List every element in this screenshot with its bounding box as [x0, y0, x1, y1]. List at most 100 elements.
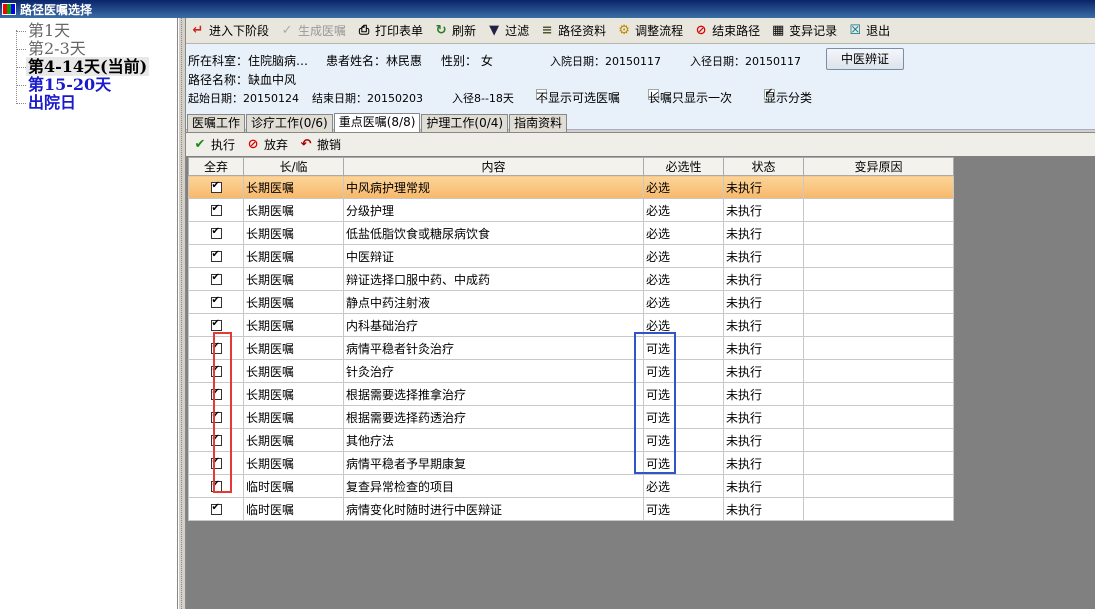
path-entry-date-label: 入径日期：20150117: [690, 55, 801, 68]
discard-checkbox[interactable]: [188, 267, 244, 291]
stop-icon: ⊘: [695, 22, 707, 38]
tab-orders-work[interactable]: 医嘱工作: [187, 114, 246, 132]
variance-log-button[interactable]: ▦ 变异记录: [770, 22, 837, 39]
checkbox-icon[interactable]: [210, 249, 222, 262]
generate-orders-button[interactable]: ✓ 生成医嘱: [279, 22, 346, 39]
required-cell: 必选: [643, 175, 724, 199]
status-cell: 未执行: [723, 336, 804, 360]
required-cell: 必选: [643, 290, 724, 314]
app-icon: [2, 3, 16, 15]
check-icon: ✔: [194, 136, 206, 152]
required-cell: 必选: [643, 198, 724, 222]
tree-item-day15-20[interactable]: 第15-20天: [16, 76, 113, 94]
table-row[interactable]: 长期医嘱中医辩证必选未执行: [188, 244, 954, 268]
undo-button[interactable]: ↶ 撤销: [298, 136, 341, 153]
variance-reason-cell: [803, 336, 954, 360]
discard-checkbox[interactable]: [188, 221, 244, 245]
table-row[interactable]: 临时医嘱病情变化时随时进行中医辩证可选未执行: [188, 497, 954, 521]
checkbox-icon[interactable]: [210, 203, 222, 216]
start-date-label: 起始日期：20150124: [188, 92, 299, 105]
status-cell: 未执行: [723, 405, 804, 429]
checkbox-icon[interactable]: [210, 318, 222, 331]
table-row[interactable]: 长期医嘱低盐低脂饮食或糖尿病饮食必选未执行: [188, 221, 954, 245]
header-content[interactable]: 内容: [343, 157, 644, 176]
order-content-cell: 静点中药注射液: [343, 290, 644, 314]
table-row[interactable]: 长期医嘱病情平稳者予早期康复可选未执行: [188, 451, 954, 475]
table-row[interactable]: 长期医嘱针灸治疗可选未执行: [188, 359, 954, 383]
admit-date-label: 入院日期：20150117: [550, 55, 661, 68]
checkbox-icon[interactable]: [210, 502, 222, 515]
order-type-cell: 长期医嘱: [243, 405, 344, 429]
order-content-cell: 低盐低脂饮食或糖尿病饮食: [343, 221, 644, 245]
tcm-diagnosis-button[interactable]: 中医辨证: [826, 48, 904, 70]
variance-reason-cell: [803, 405, 954, 429]
next-stage-button[interactable]: ↵ 进入下阶段: [190, 22, 269, 39]
discard-checkbox[interactable]: [188, 175, 244, 199]
header-discard-all[interactable]: 全弃: [188, 157, 244, 176]
discard-button[interactable]: ⊘ 放弃: [245, 136, 288, 153]
order-type-cell: 长期医嘱: [243, 428, 344, 452]
table-row[interactable]: 长期医嘱分级护理必选未执行: [188, 198, 954, 222]
table-row[interactable]: 长期医嘱根据需要选择药透治疗可选未执行: [188, 405, 954, 429]
filter-icon: ▼: [489, 22, 500, 38]
required-cell: 必选: [643, 474, 724, 498]
refresh-button[interactable]: ↻ 刷新: [433, 22, 476, 39]
header-type[interactable]: 长/临: [243, 157, 344, 176]
table-row[interactable]: 长期医嘱病情平稳者针灸治疗可选未执行: [188, 336, 954, 360]
table-row[interactable]: 长期医嘱静点中药注射液必选未执行: [188, 290, 954, 314]
header-status[interactable]: 状态: [723, 157, 804, 176]
table-row[interactable]: 长期医嘱辩证选择口服中药、中成药必选未执行: [188, 267, 954, 291]
checkbox-icon[interactable]: [210, 226, 222, 239]
table-row[interactable]: 临时医嘱复查异常检查的项目必选未执行: [188, 474, 954, 498]
orders-grid: 全弃 长/临 内容 必选性 状态 变异原因 长期医嘱中风病护理常规必选未执行长期…: [188, 157, 954, 521]
splitter[interactable]: [178, 18, 186, 609]
tab-guide-info[interactable]: 指南资料: [509, 114, 568, 132]
path-info-button[interactable]: ≡ 路径资料: [539, 22, 606, 39]
checkbox-icon[interactable]: [210, 272, 222, 285]
book-icon: ≡: [541, 22, 553, 38]
tab-nursing-work[interactable]: 护理工作(0/4): [421, 114, 509, 132]
tree-item-discharge[interactable]: 出院日: [16, 94, 78, 112]
header-reason[interactable]: 变异原因: [803, 157, 954, 176]
table-row[interactable]: 长期医嘱中风病护理常规必选未执行: [188, 175, 954, 199]
discard-checkbox[interactable]: [188, 497, 244, 521]
tree-item-day4-14-current[interactable]: 第4-14天(当前): [16, 57, 150, 76]
checkbox-icon[interactable]: [210, 295, 222, 308]
table-row[interactable]: 长期医嘱内科基础治疗必选未执行: [188, 313, 954, 337]
order-action-bar: ✔ 执行 ⊘ 放弃 ↶ 撤销: [186, 132, 1095, 156]
discard-checkbox[interactable]: [188, 244, 244, 268]
table-row[interactable]: 长期医嘱其他疗法可选未执行: [188, 428, 954, 452]
print-form-button[interactable]: ⎙ 打印表单: [356, 22, 423, 39]
order-content-cell: 其他疗法: [343, 428, 644, 452]
patient-name-label: 患者姓名：林民惠: [326, 54, 423, 68]
status-cell: 未执行: [723, 359, 804, 383]
execute-button[interactable]: ✔ 执行: [192, 136, 235, 153]
required-cell: 可选: [643, 497, 724, 521]
status-cell: 未执行: [723, 290, 804, 314]
header-required[interactable]: 必选性: [643, 157, 724, 176]
status-cell: 未执行: [723, 267, 804, 291]
tree-item-day1[interactable]: 第1天: [16, 22, 72, 40]
tab-diagnosis-work[interactable]: 诊疗工作(0/6): [246, 114, 333, 132]
status-cell: 未执行: [723, 497, 804, 521]
end-path-button[interactable]: ⊘ 结束路径: [693, 22, 760, 39]
variance-reason-cell: [803, 359, 954, 383]
order-type-cell: 长期医嘱: [243, 451, 344, 475]
exit-button[interactable]: ☒ 退出: [847, 22, 890, 39]
table-row[interactable]: 长期医嘱根据需要选择推拿治疗可选未执行: [188, 382, 954, 406]
variance-reason-cell: [803, 497, 954, 521]
path-range-label: 入径8--18天: [452, 92, 514, 105]
order-type-cell: 长期医嘱: [243, 290, 344, 314]
order-type-cell: 长期医嘱: [243, 359, 344, 383]
calculator-icon: ▦: [771, 22, 785, 38]
adjust-flow-button[interactable]: ⚙ 调整流程: [616, 22, 683, 39]
checkbox-icon[interactable]: [210, 180, 222, 193]
discard-checkbox[interactable]: [188, 198, 244, 222]
tab-key-orders[interactable]: 重点医嘱(8/8): [333, 113, 421, 132]
tree-item-day2-3[interactable]: 第2-3天: [16, 40, 88, 58]
discard-checkbox[interactable]: [188, 290, 244, 314]
status-cell: 未执行: [723, 175, 804, 199]
variance-reason-cell: [803, 244, 954, 268]
dept-label: 所在科室：住院脑病…: [188, 54, 309, 68]
filter-button[interactable]: ▼ 过滤: [486, 22, 529, 39]
